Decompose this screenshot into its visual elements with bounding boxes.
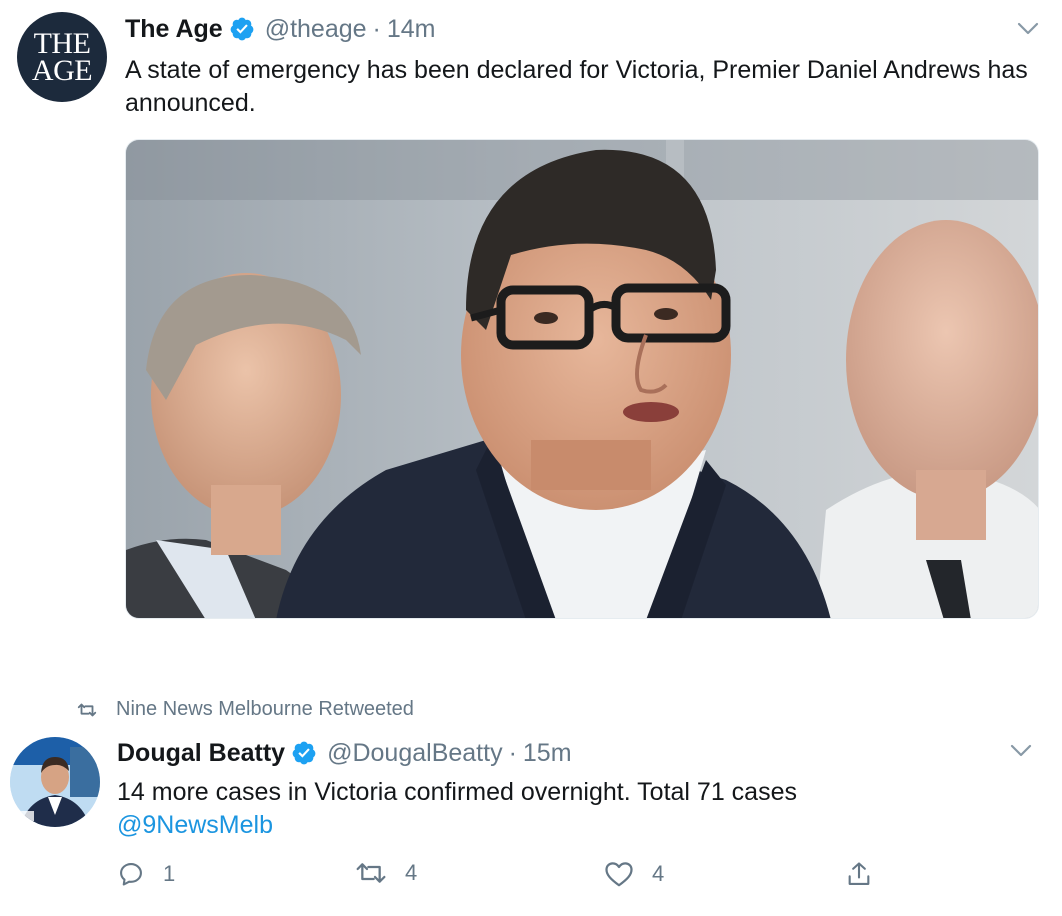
tweet-text: A state of emergency has been declared f… xyxy=(125,56,1028,117)
tweet-actions: 1 4 4 xyxy=(117,860,897,900)
tweet-the-age[interactable]: THE AGE The Age @theage · 14m A state of… xyxy=(0,0,1062,640)
tweet-header: Dougal Beatty @DougalBeatty · 15m xyxy=(117,738,572,768)
share-icon xyxy=(848,862,870,885)
like-count: 4 xyxy=(652,861,665,886)
reply-count: 1 xyxy=(163,861,176,886)
chevron-down-icon[interactable] xyxy=(1017,22,1039,36)
timestamp[interactable]: 15m xyxy=(523,738,572,768)
avatar-text-line2: AGE xyxy=(31,54,93,87)
chevron-down-icon[interactable] xyxy=(1010,744,1032,758)
tweet-text-line: 14 more cases in Victoria confirmed over… xyxy=(117,778,797,806)
tweet-header: The Age @theage · 14m xyxy=(125,14,436,44)
handle[interactable]: @theage xyxy=(265,14,367,44)
separator-dot: · xyxy=(372,15,381,43)
verified-badge-icon xyxy=(292,741,316,765)
tweet-dougal-beatty[interactable]: Nine News Melbourne Retweeted Dougal Bea… xyxy=(0,690,1062,916)
retweet-count: 4 xyxy=(405,860,418,885)
mention-link[interactable]: @9NewsMelb xyxy=(117,809,1037,842)
press-conference-photo xyxy=(126,140,1038,618)
retweet-button[interactable]: 4 xyxy=(355,860,417,886)
retweet-context-label[interactable]: Nine News Melbourne Retweeted xyxy=(116,698,414,721)
display-name[interactable]: Dougal Beatty xyxy=(117,738,285,768)
retweet-icon xyxy=(356,863,386,883)
tweet-photo[interactable] xyxy=(125,139,1039,619)
like-button[interactable]: 4 xyxy=(604,860,664,888)
retweet-icon xyxy=(77,703,97,716)
reply-icon xyxy=(120,863,142,886)
reply-button[interactable]: 1 xyxy=(117,860,175,888)
share-button[interactable] xyxy=(845,860,891,888)
avatar-text-line1: THE xyxy=(33,27,91,60)
retweet-context: Nine News Melbourne Retweeted xyxy=(76,698,414,721)
avatar-photo xyxy=(10,737,100,827)
tweet-text: 14 more cases in Victoria confirmed over… xyxy=(117,776,1037,842)
display-name[interactable]: The Age xyxy=(125,14,223,44)
avatar-dougal-beatty[interactable] xyxy=(10,737,100,827)
handle[interactable]: @DougalBeatty xyxy=(327,738,502,768)
heart-icon xyxy=(605,862,633,887)
avatar-the-age[interactable]: THE AGE xyxy=(17,12,107,102)
verified-badge-icon xyxy=(230,17,254,41)
separator-dot: · xyxy=(508,739,517,767)
timestamp[interactable]: 14m xyxy=(387,14,436,44)
